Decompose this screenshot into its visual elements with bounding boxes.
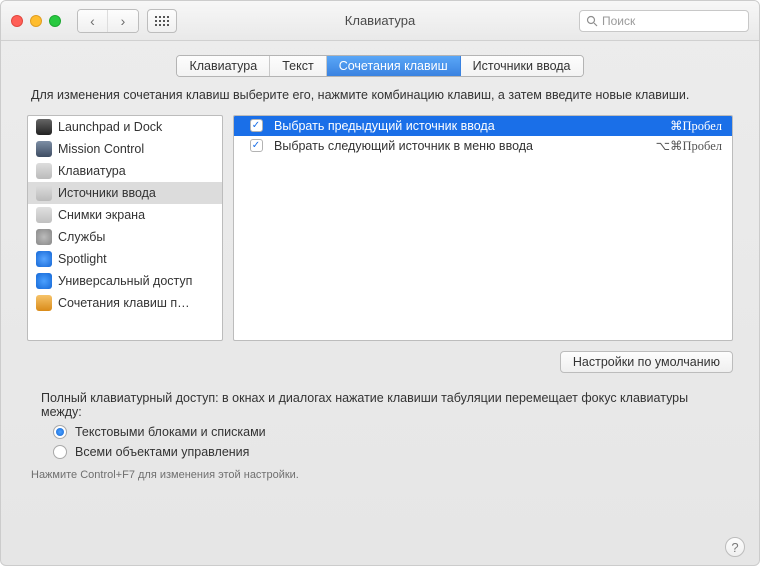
radio-icon: [53, 445, 67, 459]
restore-defaults-button[interactable]: Настройки по умолчанию: [560, 351, 733, 373]
help-button[interactable]: ?: [725, 537, 745, 557]
fka-hint: Нажмите Control+F7 для изменения этой на…: [31, 469, 729, 481]
grid-icon: [155, 16, 169, 26]
category-label: Службы: [58, 230, 105, 244]
minimize-button[interactable]: [30, 15, 42, 27]
tab-keyboard[interactable]: Клавиатура: [177, 56, 270, 76]
input-icon: [36, 185, 52, 201]
fka-option-label: Всеми объектами управления: [75, 445, 249, 459]
shortcut-label: Выбрать следующий источник в меню ввода: [268, 139, 632, 153]
nav-segment: ‹ ›: [77, 9, 139, 33]
shortcut-keys: ⌥⌘Пробел: [632, 138, 722, 154]
shortcut-checkbox[interactable]: ✓: [250, 139, 263, 152]
defaults-row: Настройки по умолчанию: [1, 341, 759, 373]
full-keyboard-access: Полный клавиатурный доступ: в окнах и ди…: [1, 373, 759, 481]
zoom-button[interactable]: [49, 15, 61, 27]
category-row[interactable]: Снимки экрана: [28, 204, 222, 226]
search-field[interactable]: [579, 10, 749, 32]
category-row[interactable]: Источники ввода: [28, 182, 222, 204]
tab-text[interactable]: Текст: [270, 56, 326, 76]
category-list[interactable]: Launchpad и Dock Mission Control Клавиатур…: [27, 115, 223, 341]
shortcut-label: Выбрать предыдущий источник ввода: [268, 119, 632, 133]
appshortcuts-icon: [36, 295, 52, 311]
tab-input-sources[interactable]: Источники ввода: [461, 56, 583, 76]
category-label: Клавиатура: [58, 164, 126, 178]
tab-segment: Клавиатура Текст Сочетания клавиш Источн…: [176, 55, 583, 77]
category-label: Spotlight: [58, 252, 107, 266]
fka-option-label: Текстовыми блоками и списками: [75, 425, 266, 439]
back-button[interactable]: ‹: [78, 10, 108, 32]
titlebar: ‹ › Клавиатура: [1, 1, 759, 41]
shortcut-list[interactable]: ✓ Выбрать предыдущий источник ввода⌘Пробе…: [233, 115, 733, 341]
preferences-window: ‹ › Клавиатура Клавиатура Текст Сочетани…: [0, 0, 760, 566]
category-row[interactable]: Launchpad и Dock: [28, 116, 222, 138]
close-button[interactable]: [11, 15, 23, 27]
shortcut-row[interactable]: ✓ Выбрать предыдущий источник ввода⌘Пробе…: [234, 116, 732, 136]
services-icon: [36, 229, 52, 245]
fka-option-all-controls[interactable]: Всеми объектами управления: [53, 445, 729, 459]
show-all-button[interactable]: [147, 9, 177, 33]
shortcut-row[interactable]: ✓ Выбрать следующий источник в меню ввода…: [234, 136, 732, 156]
shortcut-keys: ⌘Пробел: [632, 118, 722, 134]
category-row[interactable]: Службы: [28, 226, 222, 248]
fka-option-text-lists[interactable]: Текстовыми блоками и списками: [53, 425, 729, 439]
instruction-text: Для изменения сочетания клавиш выберите …: [1, 87, 759, 115]
keyboard-icon: [36, 163, 52, 179]
forward-button[interactable]: ›: [108, 10, 138, 32]
tab-bar: Клавиатура Текст Сочетания клавиш Источн…: [1, 41, 759, 87]
fka-intro: Полный клавиатурный доступ: в окнах и ди…: [41, 391, 729, 419]
window-controls: [11, 15, 61, 27]
category-row[interactable]: Mission Control: [28, 138, 222, 160]
shortcut-checkbox[interactable]: ✓: [250, 119, 263, 132]
spotlight-icon: [36, 251, 52, 267]
screenshot-icon: [36, 207, 52, 223]
category-row[interactable]: Spotlight: [28, 248, 222, 270]
category-row[interactable]: Универсальный доступ: [28, 270, 222, 292]
tab-shortcuts[interactable]: Сочетания клавиш: [327, 56, 461, 76]
search-input[interactable]: [602, 14, 742, 28]
category-row[interactable]: Клавиатура: [28, 160, 222, 182]
radio-icon: [53, 425, 67, 439]
mission-icon: [36, 141, 52, 157]
accessibility-icon: [36, 273, 52, 289]
search-icon: [586, 15, 598, 27]
category-label: Универсальный доступ: [58, 274, 192, 288]
category-label: Сочетания клавиш п…: [58, 296, 190, 310]
content-panes: Launchpad и Dock Mission Control Клавиатур…: [1, 115, 759, 341]
launchpad-icon: [36, 119, 52, 135]
category-label: Источники ввода: [58, 186, 156, 200]
category-label: Mission Control: [58, 142, 144, 156]
category-label: Launchpad и Dock: [58, 120, 162, 134]
category-row[interactable]: Сочетания клавиш п…: [28, 292, 222, 314]
category-label: Снимки экрана: [58, 208, 145, 222]
